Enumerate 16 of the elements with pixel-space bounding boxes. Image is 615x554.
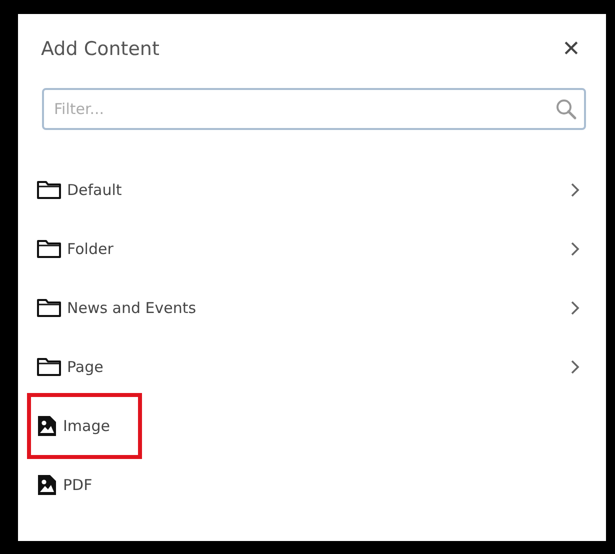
- folder-icon: [37, 239, 61, 258]
- close-button[interactable]: ✕: [556, 38, 586, 60]
- content-type-item[interactable]: News and Events: [27, 288, 208, 327]
- content-type-item[interactable]: Folder: [27, 229, 126, 268]
- folder-icon: [37, 357, 61, 376]
- content-type-item[interactable]: PDF: [27, 464, 104, 506]
- image-file-icon: [37, 474, 57, 496]
- dialog-title: Add Content: [41, 38, 160, 60]
- content-type-item[interactable]: Default: [27, 170, 134, 209]
- image-file-icon: [37, 414, 57, 436]
- content-type-item[interactable]: Page: [27, 347, 116, 386]
- folder-icon: [37, 180, 61, 199]
- search-icon: [555, 98, 577, 120]
- content-type-item[interactable]: Image: [27, 392, 142, 458]
- filter-field[interactable]: Filter...: [42, 88, 586, 130]
- folder-icon: [37, 298, 61, 317]
